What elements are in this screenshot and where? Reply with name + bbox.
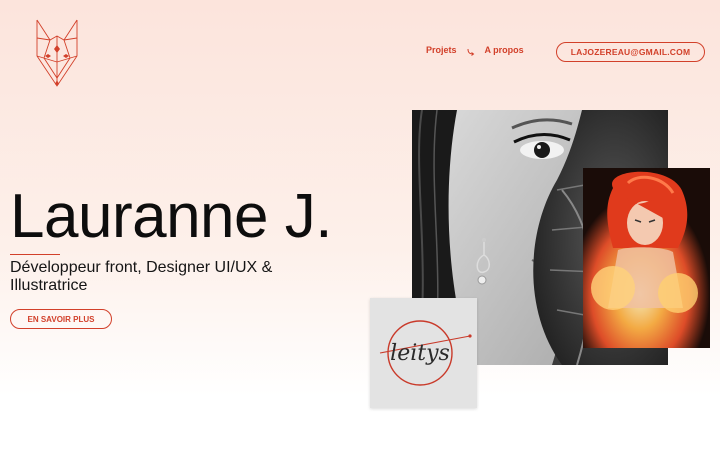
fox-logo-icon[interactable]: [32, 18, 82, 88]
signature-logo-card: leitys: [370, 298, 477, 408]
nav-link-projects[interactable]: Projets: [426, 45, 457, 55]
nav-link-about[interactable]: A propos: [485, 45, 524, 55]
hero-subtitle: Développeur front, Designer UI/UX & Illu…: [10, 259, 273, 294]
curved-arrow-icon: [467, 48, 475, 56]
email-button[interactable]: LAJOZEREAU@GMAIL.COM: [556, 42, 705, 62]
illustration-artwork: [583, 168, 710, 348]
signature-text: leitys: [390, 341, 450, 366]
hero-divider: [10, 254, 60, 255]
main-nav: Projets A propos: [426, 44, 524, 56]
learn-more-button[interactable]: EN SAVOIR PLUS: [10, 309, 112, 329]
hero-title: Lauranne J.: [10, 182, 332, 251]
